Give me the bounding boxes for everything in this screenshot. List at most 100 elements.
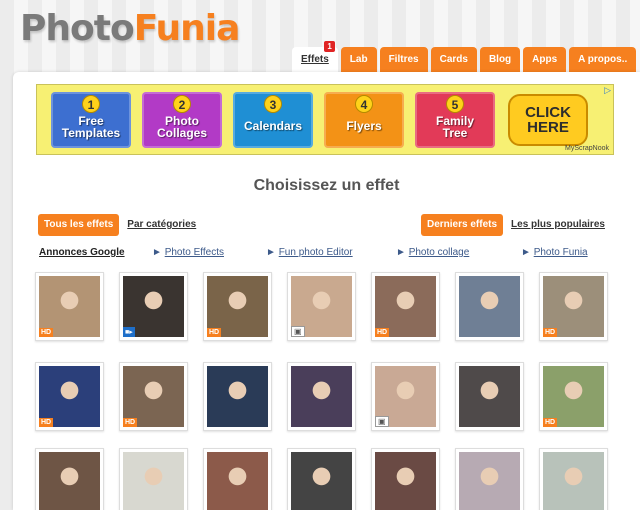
- effect-preview-image: [291, 452, 352, 510]
- effect-thumbnail[interactable]: HD: [35, 362, 104, 431]
- effect-preview-image: [291, 366, 352, 427]
- effect-thumbnail[interactable]: [455, 272, 524, 341]
- tab-a-propos[interactable]: A propos..: [569, 47, 637, 72]
- ad-number: 3: [264, 94, 282, 113]
- hd-badge-icon: HD: [543, 418, 558, 427]
- ad-tile-label: Family: [435, 113, 474, 128]
- effect-preview-image: HD: [375, 276, 436, 337]
- ad-number: 2: [173, 94, 191, 113]
- page-heading: Choisissez un effet: [253, 177, 400, 194]
- effect-thumbnail[interactable]: ▣: [371, 362, 440, 431]
- effect-thumbnail[interactable]: HD: [539, 272, 608, 341]
- ad-link-text: Fun photo Editor: [278, 247, 353, 258]
- effect-preview-image: [39, 452, 100, 510]
- category-filter: Tous les effets Par catégories: [38, 214, 196, 236]
- logo-photo: Photo: [20, 8, 135, 49]
- ad-number: 5: [446, 94, 464, 113]
- ad-tile-family-tree[interactable]: 5 Family Tree: [415, 91, 495, 148]
- google-ads-label: Annonces Google: [39, 247, 125, 258]
- effect-preview-image: ▣: [375, 366, 436, 427]
- hd-badge-icon: HD: [123, 418, 138, 427]
- effect-preview-image: HD: [123, 366, 184, 427]
- latest-effects-button[interactable]: Derniers effets: [421, 214, 504, 236]
- effect-preview-image: HD: [543, 366, 604, 427]
- main-nav-tabs: Effets 1 Lab Filtres Cards Blog Apps A p…: [292, 41, 637, 73]
- sort-filter: Derniers effets Les plus populaires: [421, 214, 605, 236]
- photo-icon: ▣: [375, 416, 389, 427]
- most-popular-link[interactable]: Les plus populaires: [511, 219, 605, 230]
- logo-funia: Funia: [133, 8, 241, 49]
- effect-preview-image: HD: [39, 276, 100, 337]
- effect-thumbnail[interactable]: ■▸: [119, 272, 188, 341]
- effect-preview-image: [123, 452, 184, 510]
- effect-thumbnail[interactable]: HD: [371, 272, 440, 341]
- effect-thumbnail[interactable]: [119, 448, 188, 510]
- effect-preview-image: ■▸: [123, 276, 184, 337]
- ad-link-photo-funia[interactable]: ► Photo Funia: [521, 247, 588, 258]
- ad-number: 1: [82, 94, 100, 113]
- effect-thumbnail[interactable]: HD: [539, 362, 608, 431]
- effect-thumbnail[interactable]: [35, 448, 104, 510]
- ad-tile-free-templates[interactable]: 1 Free Templates: [51, 91, 131, 148]
- ad-link-text: Photo Funia: [533, 247, 588, 258]
- effect-thumbnail[interactable]: [371, 448, 440, 510]
- effect-thumbnail[interactable]: [287, 448, 356, 510]
- tab-blog[interactable]: Blog: [479, 47, 521, 72]
- effect-preview-image: [459, 276, 520, 337]
- ad-tile-label: Flyers: [346, 118, 382, 133]
- ad-tile-flyers[interactable]: 4 Flyers: [324, 91, 404, 148]
- effect-thumbnail[interactable]: [203, 448, 272, 510]
- hd-badge-icon: HD: [207, 328, 222, 337]
- effect-preview-image: [375, 452, 436, 510]
- effect-thumbnail[interactable]: HD: [35, 272, 104, 341]
- ad-banner[interactable]: 1 Free Templates 2 Photo Collages 3 Cale…: [36, 84, 614, 155]
- ad-tile-label: Collages: [156, 125, 207, 140]
- effect-preview-image: [459, 452, 520, 510]
- all-effects-button[interactable]: Tous les effets: [38, 214, 120, 236]
- ad-link-photo-effects[interactable]: ► Photo Effects: [152, 247, 224, 258]
- effect-preview-image: [207, 452, 268, 510]
- ad-tile-photo-collages[interactable]: 2 Photo Collages: [142, 91, 222, 148]
- effect-thumbnail[interactable]: ▣: [287, 272, 356, 341]
- notification-badge: 1: [324, 41, 335, 52]
- ad-link-text: Photo collage: [408, 247, 470, 258]
- ad-link-photo-collage[interactable]: ► Photo collage: [396, 247, 469, 258]
- ad-tile-label: Templates: [61, 125, 121, 140]
- ad-click-here-button[interactable]: CLICK HERE: [508, 93, 588, 146]
- ad-tile-label: Tree: [442, 125, 468, 140]
- video-camera-icon: ■▸: [123, 327, 135, 337]
- photofunia-logo[interactable]: PhotoFunia: [20, 8, 241, 49]
- effect-thumbnail[interactable]: [539, 448, 608, 510]
- ad-tile-label: Free: [78, 113, 104, 128]
- hd-badge-icon: HD: [543, 328, 558, 337]
- ad-link-text: Photo Effects: [164, 247, 224, 258]
- hd-badge-icon: HD: [39, 328, 54, 337]
- effect-preview-image: ▣: [291, 276, 352, 337]
- by-category-link[interactable]: Par catégories: [127, 219, 196, 230]
- tab-effets[interactable]: Effets 1: [292, 41, 338, 73]
- photo-icon: ▣: [291, 326, 305, 337]
- ad-brand: MyScrapNook: [565, 145, 609, 152]
- effect-thumbnail[interactable]: [287, 362, 356, 431]
- tab-cards[interactable]: Cards: [430, 47, 477, 72]
- tab-filtres[interactable]: Filtres: [379, 47, 428, 72]
- ad-tile-calendars[interactable]: 3 Calendars: [233, 91, 313, 148]
- tab-apps[interactable]: Apps: [523, 47, 567, 72]
- effect-thumbnail[interactable]: [455, 448, 524, 510]
- effect-thumbnail[interactable]: [455, 362, 524, 431]
- hd-badge-icon: HD: [39, 418, 54, 427]
- effect-preview-image: [459, 366, 520, 427]
- hd-badge-icon: HD: [375, 328, 390, 337]
- tab-lab[interactable]: Lab: [340, 47, 377, 72]
- effect-thumbnail[interactable]: HD: [119, 362, 188, 431]
- effect-preview-image: HD: [207, 276, 268, 337]
- ad-link-fun-photo-editor[interactable]: ► Fun photo Editor: [266, 247, 353, 258]
- effect-preview-image: [543, 452, 604, 510]
- effect-thumbnail[interactable]: [203, 362, 272, 431]
- effect-thumbnail[interactable]: HD: [203, 272, 272, 341]
- main-panel: 1 Free Templates 2 Photo Collages 3 Cale…: [13, 72, 640, 510]
- ad-choices-icon[interactable]: ▷: [604, 85, 611, 96]
- ad-tile-label: Calendars: [243, 118, 303, 133]
- tab-effets-label: Effets: [301, 54, 329, 65]
- effect-preview-image: HD: [543, 276, 604, 337]
